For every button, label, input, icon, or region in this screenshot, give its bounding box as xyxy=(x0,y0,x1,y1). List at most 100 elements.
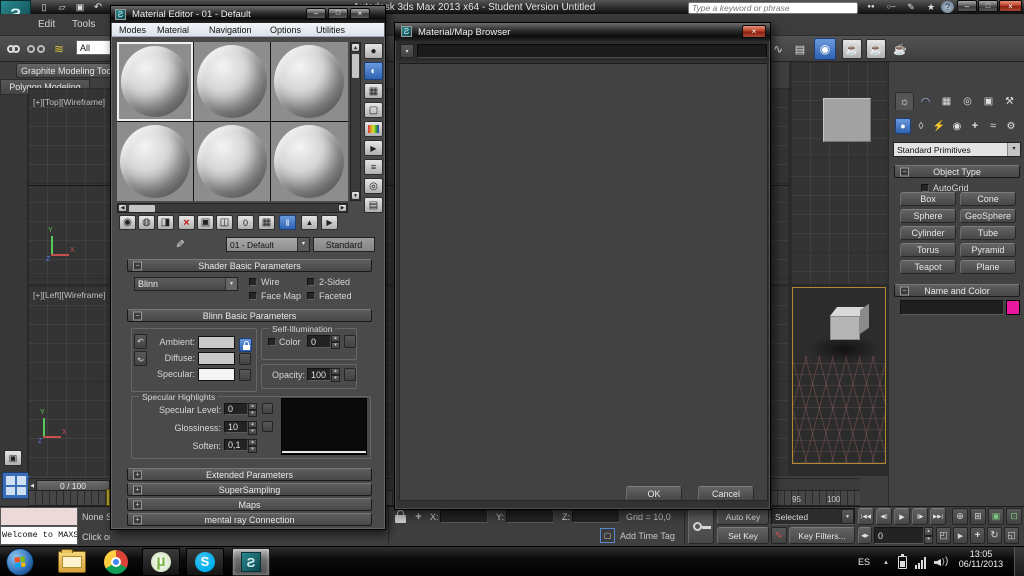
scene-box-front[interactable] xyxy=(823,98,871,142)
object-button-cone[interactable]: Cone xyxy=(960,192,1016,206)
assign-material-icon[interactable]: ◨ xyxy=(157,215,174,230)
spin-up-icon[interactable]: ▴ xyxy=(248,439,257,446)
current-frame-field[interactable]: 0 xyxy=(874,527,924,544)
spin-down-icon[interactable]: ▾ xyxy=(248,428,257,435)
sample-slot[interactable] xyxy=(117,122,193,201)
zoom-icon[interactable]: ⊕ xyxy=(952,508,968,525)
render-production-icon[interactable]: ☕ xyxy=(890,39,910,59)
me-close-button[interactable]: × xyxy=(350,8,370,19)
scene-box-front-face[interactable] xyxy=(830,316,860,340)
next-frame-button[interactable]: ||▶ xyxy=(912,508,928,525)
self-illum-color-checkbox[interactable] xyxy=(268,338,276,346)
viewport-layout-icon[interactable]: ▣ xyxy=(4,450,22,466)
save-file-icon[interactable]: ▣ xyxy=(72,1,88,13)
x-field[interactable] xyxy=(440,509,488,523)
reset-map-icon[interactable]: × xyxy=(178,215,195,230)
go-to-end-button[interactable]: ▶▶| xyxy=(930,508,946,525)
taskbar-3dsmax-icon[interactable]: Ƨ xyxy=(232,548,270,576)
specular-level-map-button[interactable] xyxy=(262,403,273,414)
viewport-left-label[interactable]: [+][Left][Wireframe] xyxy=(33,290,109,300)
time-slider-handle[interactable]: 0 / 100 xyxy=(36,480,110,491)
set-key-button[interactable]: Set Key xyxy=(717,527,769,544)
material-editor-icon[interactable]: ◉ xyxy=(814,38,836,60)
previous-frame-button[interactable]: ◀|| xyxy=(876,508,892,525)
select-by-material-icon[interactable]: ◎ xyxy=(364,178,383,194)
menu-tools[interactable]: Tools xyxy=(72,19,95,30)
spin-up-icon[interactable]: ▴ xyxy=(924,527,933,536)
viewport-top-label[interactable]: [+][Top][Wireframe] xyxy=(33,97,109,107)
self-illum-field[interactable]: 0 xyxy=(307,335,331,348)
face-map-checkbox[interactable] xyxy=(249,292,257,300)
time-back-icon[interactable]: ◀ xyxy=(29,480,35,491)
tab-create[interactable]: ☼ xyxy=(895,92,914,110)
selection-set-dropdown[interactable]: Selected ▾ xyxy=(771,508,855,525)
name-color-rollout[interactable]: − Name and Color xyxy=(894,284,1020,297)
material-type-button[interactable]: Standard xyxy=(313,237,375,252)
default-in-out-tangents-icon[interactable]: ∿ xyxy=(771,527,787,544)
background-icon[interactable]: ▦ xyxy=(364,83,383,99)
sample-uv-tiling-icon[interactable]: ▢ xyxy=(364,102,383,118)
menu-material[interactable]: Material xyxy=(157,25,189,35)
specular-map-button[interactable] xyxy=(239,369,251,381)
curve-editor-icon[interactable]: ∿ xyxy=(768,39,788,59)
rendered-frame-window-icon[interactable]: ☕ xyxy=(866,39,886,59)
make-preview-icon[interactable]: ▶ xyxy=(364,140,383,156)
menu-options[interactable]: Options xyxy=(270,25,301,35)
blinn-params-rollout[interactable]: − Blinn Basic Parameters xyxy=(127,309,372,322)
favorites-star-icon[interactable]: ★ xyxy=(922,1,940,13)
wire-checkbox[interactable] xyxy=(249,278,257,286)
subtab-space-warps[interactable]: ≈ xyxy=(985,118,1001,134)
self-illum-map-button[interactable] xyxy=(344,335,356,348)
close-button[interactable]: × xyxy=(999,0,1022,12)
soften-spinner[interactable]: ▴ ▾ xyxy=(248,439,257,453)
ambient-color-swatch[interactable] xyxy=(198,336,235,349)
opacity-field[interactable]: 100 xyxy=(307,368,331,381)
spin-down-icon[interactable]: ▾ xyxy=(924,535,933,544)
frame-spinner[interactable]: ▴ ▾ xyxy=(924,527,933,544)
bind-to-space-warp-icon[interactable]: ≋ xyxy=(49,39,69,59)
spin-down-icon[interactable]: ▾ xyxy=(248,410,257,417)
put-material-to-scene-icon[interactable]: ◍ xyxy=(138,215,155,230)
browser-content[interactable] xyxy=(399,63,768,501)
object-type-rollout[interactable]: − Object Type xyxy=(894,165,1020,178)
menu-modes[interactable]: Modes xyxy=(119,25,146,35)
sample-slot[interactable] xyxy=(194,122,270,201)
taskbar-explorer-icon[interactable] xyxy=(58,549,86,573)
taskbar-utorrent-icon[interactable]: µ xyxy=(142,548,180,576)
go-forward-sibling-icon[interactable]: ▶ xyxy=(321,215,338,230)
cancel-button[interactable]: Cancel xyxy=(698,486,754,501)
material-map-navigator-icon[interactable]: ▤ xyxy=(364,197,383,213)
ok-button[interactable]: OK xyxy=(626,486,682,501)
slots-h-scrollbar[interactable]: ◀ ▶ xyxy=(117,203,348,213)
go-to-start-button[interactable]: |◀◀ xyxy=(858,508,874,525)
subtab-lights[interactable]: ⚡ xyxy=(931,118,947,134)
spin-down-icon[interactable]: ▾ xyxy=(331,375,340,382)
glossiness-spinner[interactable]: ▴ ▾ xyxy=(248,421,257,435)
tray-expand-icon[interactable]: ▴ xyxy=(880,555,892,569)
supersampling-rollout[interactable]: + SuperSampling xyxy=(127,483,372,496)
video-color-check-icon[interactable] xyxy=(364,121,383,137)
selection-set-arrow-icon[interactable]: ▾ xyxy=(841,509,854,524)
show-desktop-button[interactable] xyxy=(1014,547,1024,576)
toggle-key-mode-button[interactable] xyxy=(688,508,714,544)
browser-titlebar[interactable]: Ƨ Material/Map Browser × xyxy=(395,23,770,41)
select-and-link-icon[interactable] xyxy=(3,39,23,59)
object-button-cylinder[interactable]: Cylinder xyxy=(900,226,956,240)
help-icon[interactable]: ? xyxy=(941,1,954,13)
key-filters-button[interactable]: Key Filters... xyxy=(789,527,855,544)
shader-params-rollout[interactable]: − Shader Basic Parameters xyxy=(127,259,372,272)
material-editor-titlebar[interactable]: Ƨ Material Editor - 01 - Default – □ × xyxy=(111,6,385,23)
scroll-thumb[interactable] xyxy=(129,205,155,212)
language-indicator[interactable]: ES xyxy=(858,557,870,567)
glossiness-map-button[interactable] xyxy=(262,421,273,432)
viewport-layout-tab-icon[interactable] xyxy=(2,472,30,499)
viewport-perspective[interactable] xyxy=(791,286,888,476)
lock-colors-button[interactable] xyxy=(239,338,252,352)
spin-up-icon[interactable]: ▴ xyxy=(248,403,257,410)
make-material-copy-icon[interactable]: ▣ xyxy=(197,215,214,230)
maps-rollout[interactable]: + Maps xyxy=(127,498,372,511)
spin-down-icon[interactable]: ▾ xyxy=(248,446,257,453)
extended-parameters-rollout[interactable]: + Extended Parameters xyxy=(127,468,372,481)
play-button[interactable]: ▶ xyxy=(894,508,910,525)
put-to-library-icon[interactable]: ◫ xyxy=(216,215,233,230)
